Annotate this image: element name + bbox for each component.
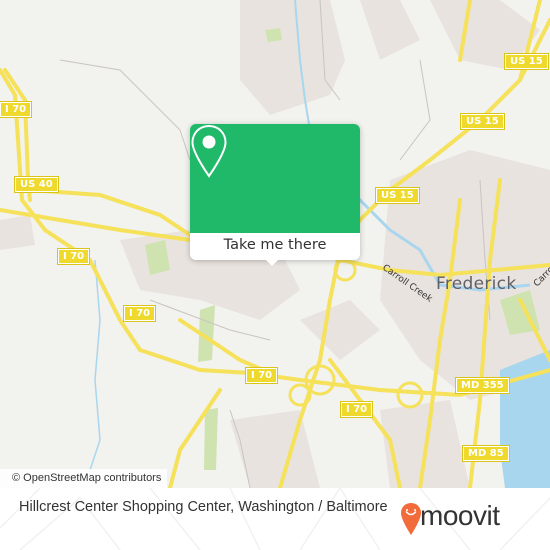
route-shield-md355: MD 355: [455, 377, 510, 394]
map[interactable]: US 15 US 15 US 15 I 70 US 40 I 70 I 70 I…: [0, 0, 550, 488]
route-shield-us40: US 40: [14, 176, 59, 193]
city-label-frederick: Frederick: [436, 274, 517, 294]
map-attribution[interactable]: © OpenStreetMap contributors: [0, 469, 168, 488]
route-shield-i70: I 70: [244, 367, 279, 384]
popup-pointer: [264, 258, 280, 266]
destination-popup: Take me there: [190, 124, 360, 266]
popup-header: [190, 124, 360, 233]
place-name: Hillcrest Center Shopping Center, Washin…: [19, 499, 388, 515]
map-pin-icon: [191, 124, 227, 178]
route-shield-i70: I 70: [122, 305, 157, 322]
route-shield-us15: US 15: [504, 53, 549, 70]
route-shield-i70: I 70: [56, 248, 91, 265]
footer: Hillcrest Center Shopping Center, Washin…: [0, 488, 550, 550]
take-me-there-button[interactable]: Take me there: [190, 233, 360, 260]
moovit-wordmark: moovit: [420, 500, 500, 531]
route-shield-md85: MD 85: [462, 445, 510, 462]
moovit-pin-icon: [401, 503, 421, 535]
route-shield-us15: US 15: [460, 113, 505, 130]
route-shield-us15: US 15: [375, 187, 420, 204]
route-shield-i70: I 70: [339, 401, 374, 418]
route-shield-i70: I 70: [0, 101, 33, 118]
